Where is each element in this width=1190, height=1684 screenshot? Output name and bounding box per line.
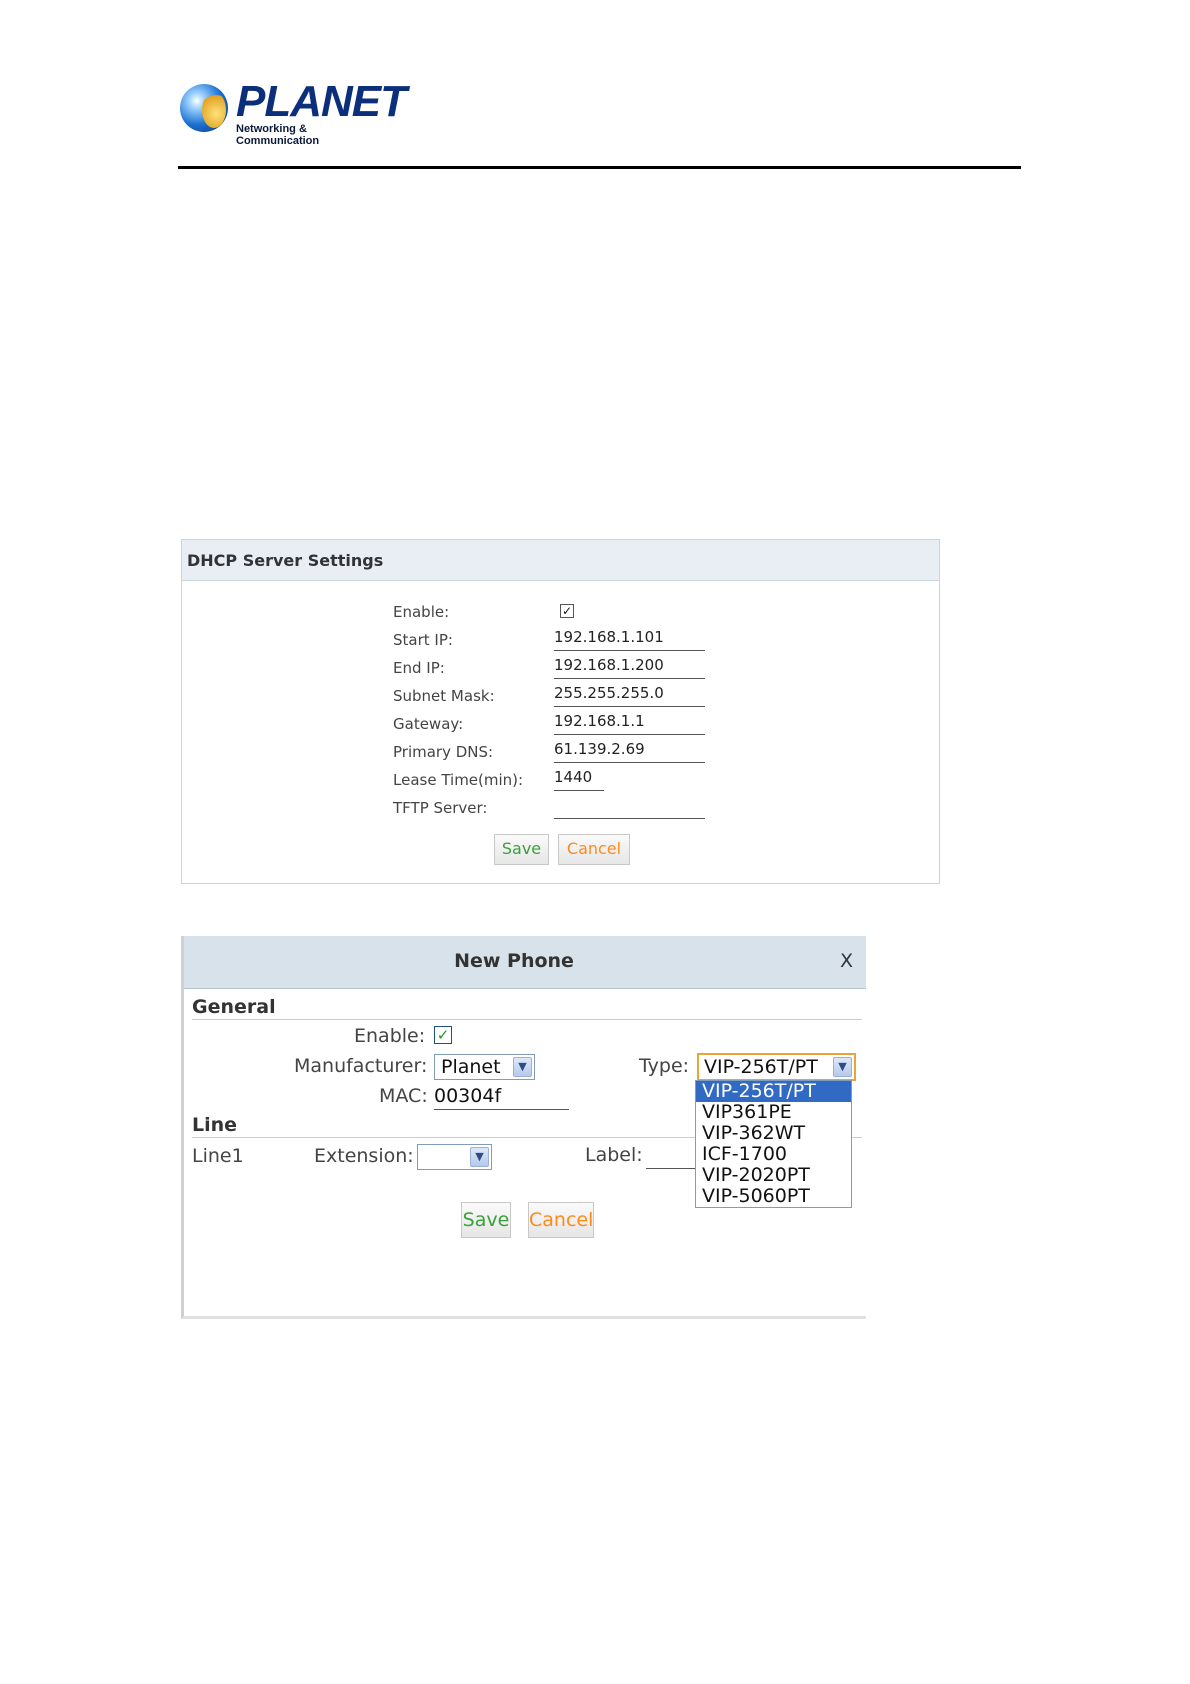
dialog-title: New Phone [454,950,574,972]
dhcp-panel-header: DHCP Server Settings [182,540,939,581]
phone-enable-checkbox[interactable]: ✓ [434,1026,452,1044]
type-option[interactable]: VIP-256T/PT [696,1081,851,1102]
end-ip-label: End IP: [393,659,445,677]
gateway-label: Gateway: [393,715,464,733]
lease-time-input[interactable]: 1440 [554,768,604,791]
primary-dns-input[interactable]: 61.139.2.69 [554,740,705,763]
close-icon[interactable]: X [840,950,853,972]
line-section-title: Line [192,1114,238,1136]
general-divider [192,1019,862,1020]
type-option[interactable]: VIP-5060PT [696,1186,851,1207]
mac-input[interactable]: 00304f [434,1085,569,1110]
brand-tagline: Networking & Communication [236,123,320,147]
tftp-server-input[interactable] [554,796,705,819]
save-button[interactable]: Save [494,834,549,865]
start-ip-input[interactable]: 192.168.1.101 [554,628,705,651]
enable-checkbox[interactable]: ✓ [560,604,574,618]
dialog-header: New Phone X [184,936,866,989]
header-divider [178,166,1021,169]
start-ip-label: Start IP: [393,631,453,649]
extension-label: Extension: [314,1145,414,1167]
gateway-input[interactable]: 192.168.1.1 [554,712,705,735]
manufacturer-label: Manufacturer: [294,1055,428,1077]
end-ip-input[interactable]: 192.168.1.200 [554,656,705,679]
phone-enable-label: Enable: [354,1025,426,1047]
planet-logo-icon [180,84,228,132]
subnet-mask-input[interactable]: 255.255.255.0 [554,684,705,707]
type-label: Type: [639,1055,690,1077]
cancel-button[interactable]: Cancel [558,834,630,865]
type-option[interactable]: VIP361PE [696,1102,851,1123]
enable-label: Enable: [393,603,450,621]
extension-select[interactable]: ▼ [417,1144,492,1170]
type-select[interactable]: VIP-256T/PT ▼ [697,1053,856,1081]
brand-name: PLANET [236,77,407,126]
type-value: VIP-256T/PT [704,1056,818,1078]
mac-label: MAC: [379,1085,428,1107]
chevron-down-icon[interactable]: ▼ [513,1057,532,1077]
chevron-down-icon[interactable]: ▼ [833,1057,852,1077]
type-option[interactable]: ICF-1700 [696,1144,851,1165]
primary-dns-label: Primary DNS: [393,743,494,761]
type-option[interactable]: VIP-362WT [696,1123,851,1144]
label-label: Label: [585,1144,643,1166]
dhcp-panel-title: DHCP Server Settings [187,551,384,570]
type-dropdown-list: VIP-256T/PT VIP361PE VIP-362WT ICF-1700 … [695,1080,852,1208]
lease-time-label: Lease Time(min): [393,771,524,789]
dhcp-settings-panel: DHCP Server Settings Enable: ✓ Start IP:… [181,539,940,884]
phone-cancel-button[interactable]: Cancel [528,1202,594,1238]
line-name: Line1 [192,1145,244,1167]
manufacturer-value: Planet [441,1056,501,1078]
chevron-down-icon[interactable]: ▼ [470,1147,489,1167]
type-option[interactable]: VIP-2020PT [696,1165,851,1186]
tftp-server-label: TFTP Server: [393,799,488,817]
subnet-mask-label: Subnet Mask: [393,687,495,705]
manufacturer-select[interactable]: Planet ▼ [434,1054,535,1080]
label-input[interactable] [646,1144,696,1169]
phone-save-button[interactable]: Save [461,1202,511,1238]
general-section-title: General [192,996,276,1018]
